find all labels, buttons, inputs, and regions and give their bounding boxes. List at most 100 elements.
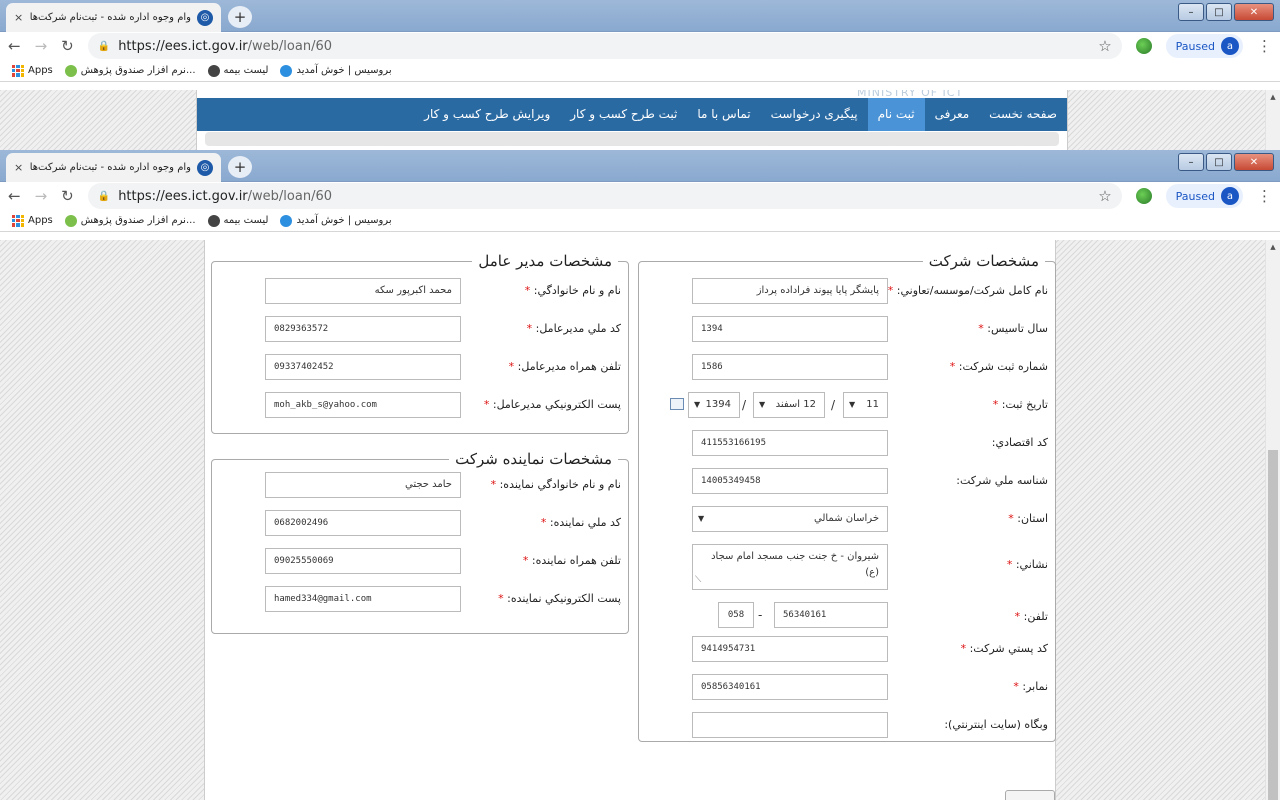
bookmark-insurance[interactable]: لیست بیمه (207, 64, 268, 77)
profile-button[interactable]: Paused a (1165, 34, 1243, 58)
phone-input[interactable]: 56340161 (774, 602, 888, 628)
reg-no-input[interactable]: 1586 (692, 354, 888, 380)
avatar: a (1221, 187, 1239, 205)
required-mark: * (992, 398, 999, 411)
founded-input[interactable]: 1394 (692, 316, 888, 342)
scroll-up-icon[interactable]: ▲ (1266, 90, 1280, 104)
back-icon[interactable]: ← (8, 37, 21, 55)
apps-grid-icon (12, 214, 24, 227)
ceo-email-input[interactable]: moh_akb_s@yahoo.com (265, 392, 461, 418)
maximize-icon[interactable]: □ (1206, 153, 1232, 171)
ceo-mobile-input[interactable]: 09337402452 (265, 354, 461, 380)
tab-title: وام وجوه اداره شده - ثبت‌نام شرکت‌های نو… (29, 12, 191, 23)
submit-button[interactable] (1005, 790, 1055, 800)
forward-icon[interactable]: → (35, 187, 48, 205)
date-separator: / (831, 398, 836, 412)
bookmark-apps[interactable]: Apps (12, 64, 53, 77)
site-favicon-icon: ◎ (197, 159, 213, 176)
address-bar[interactable]: 🔒 https://ees.ict.gov.ir/web/loan/60 ☆ (87, 33, 1122, 59)
nav-contact[interactable]: تماس با ما (687, 98, 760, 131)
back-icon[interactable]: ← (8, 187, 21, 205)
bookmark-brosis[interactable]: بروسیس | خوش آمدید (280, 64, 392, 77)
browser-tab[interactable]: ◎ وام وجوه اداره شده - ثبت‌نام شرکت‌های … (6, 3, 221, 32)
company-name-input[interactable]: پایشگر پایا پیوند فراداده پرداز (692, 278, 888, 304)
scroll-up-icon[interactable]: ▲ (1266, 240, 1280, 254)
scrollbar[interactable]: ▲ (1265, 90, 1280, 150)
rep-nid-input[interactable]: 0682002496 (265, 510, 461, 536)
bookmark-apps[interactable]: Apps (12, 214, 53, 227)
phone-code-input[interactable]: 058 (718, 602, 754, 628)
maximize-icon[interactable]: □ (1206, 3, 1232, 21)
nav-track-request[interactable]: پیگیری درخواست (761, 98, 868, 131)
fax-input[interactable]: 05856340161 (692, 674, 888, 700)
ceo-mobile-label: تلفن همراه مديرعامل: (517, 360, 621, 373)
bookmark-research-fund[interactable]: نرم افزار صندوق پژوهش... (64, 214, 196, 227)
new-tab-button[interactable]: + (228, 156, 252, 178)
minimize-icon[interactable]: – (1178, 153, 1204, 171)
close-tab-icon[interactable]: × (14, 11, 23, 24)
required-mark: * (540, 516, 547, 529)
extension-icon[interactable] (1135, 188, 1152, 204)
postal-input[interactable]: 9414954731 (692, 636, 888, 662)
menu-dots-icon[interactable]: ⋮ (1257, 37, 1272, 55)
bookmark-brosis[interactable]: بروسیس | خوش آمدید (280, 214, 392, 227)
calendar-icon[interactable] (670, 398, 684, 410)
ceo-name-input[interactable]: محمد اکبرپور سکه (265, 278, 461, 304)
nav-about[interactable]: معرفی (925, 98, 980, 131)
leaf-icon (64, 214, 77, 227)
company-name-row: نام کامل شرکت/موسسه/تعاوني: * پایشگر پای… (638, 278, 1056, 304)
required-mark: * (949, 360, 956, 373)
forward-icon[interactable]: → (35, 37, 48, 55)
globe-icon (207, 214, 220, 227)
bookmark-insurance[interactable]: لیست بیمه (207, 214, 268, 227)
national-id-input[interactable]: 14005349458 (692, 468, 888, 494)
province-select[interactable]: خراسان شمالي ▼ (692, 506, 888, 532)
lock-icon: 🔒 (97, 40, 111, 52)
reload-icon[interactable]: ↻ (61, 37, 74, 55)
rep-mobile-input[interactable]: 09025550069 (265, 548, 461, 574)
nav-register[interactable]: ثبت نام (867, 98, 925, 131)
reg-no-row: شماره ثبت شرکت: * 1586 (638, 354, 1056, 380)
extension-icon[interactable] (1135, 38, 1152, 54)
province-row: استان: * خراسان شمالي ▼ (638, 506, 1056, 532)
close-window-icon[interactable]: ✕ (1234, 153, 1274, 171)
page-container: MINISTRY OF ICT صفحه نخست معرفی ثبت نام … (196, 90, 1068, 150)
reg-day-select[interactable]: 11 ▼ (843, 392, 888, 418)
econ-code-input[interactable]: 411553166195 (692, 430, 888, 456)
resize-grip-icon[interactable]: ⟋ (695, 572, 701, 588)
nav-home[interactable]: صفحه نخست (979, 98, 1067, 131)
bookmark-research-fund[interactable]: نرم افزار صندوق پژوهش... (64, 64, 196, 77)
phone-separator: - (758, 608, 763, 622)
minimize-icon[interactable]: – (1178, 3, 1204, 21)
founded-row: سال تاسیس: * 1394 (638, 316, 1056, 342)
browser-tab[interactable]: ◎ وام وجوه اداره شده - ثبت‌نام شرکت‌های … (6, 153, 221, 182)
bookmark-star-icon[interactable]: ☆ (1098, 37, 1111, 55)
rep-email-label: پست الکترونيکي نماينده: (507, 592, 621, 605)
rep-email-input[interactable]: hamed334@gmail.com (265, 586, 461, 612)
close-window-icon[interactable]: ✕ (1234, 3, 1274, 21)
ceo-email-row: پست الکترونيکي مديرعامل: * moh_akb_s@yah… (211, 392, 629, 418)
reg-year-select[interactable]: 1394 ▼ (688, 392, 740, 418)
address-bar[interactable]: 🔒 https://ees.ict.gov.ir/web/loan/60 ☆ (87, 183, 1122, 209)
scrollbar[interactable]: ▲ (1265, 240, 1280, 800)
reload-icon[interactable]: ↻ (61, 187, 74, 205)
new-tab-button[interactable]: + (228, 6, 252, 28)
leaf-icon (64, 64, 77, 77)
rep-name-input[interactable]: حامد حجتي (265, 472, 461, 498)
company-name-label: نام کامل شرکت/موسسه/تعاوني: (896, 284, 1048, 297)
profile-button[interactable]: Paused a (1165, 184, 1243, 208)
scrollbar-thumb[interactable] (1268, 450, 1278, 800)
nav-submit-plan[interactable]: ثبت طرح کسب و کار (560, 98, 687, 131)
website-input[interactable] (692, 712, 888, 738)
address-textarea[interactable]: شیروان - خ جنت جنب مسجد امام سجاد (ع) ⟋ (692, 544, 888, 590)
rep-email-row: پست الکترونيکي نماينده: * hamed334@gmail… (211, 586, 629, 612)
nav-edit-plan[interactable]: ویرایش طرح کسب و کار (414, 98, 560, 131)
required-mark: * (887, 284, 894, 297)
close-tab-icon[interactable]: × (14, 161, 23, 174)
phone-label: تلفن: (1023, 610, 1048, 623)
globe-icon (207, 64, 220, 77)
menu-dots-icon[interactable]: ⋮ (1257, 187, 1272, 205)
ceo-nid-input[interactable]: 0829363572 (265, 316, 461, 342)
bookmark-star-icon[interactable]: ☆ (1098, 187, 1111, 205)
reg-month-select[interactable]: 12 اسفند ▼ (753, 392, 825, 418)
